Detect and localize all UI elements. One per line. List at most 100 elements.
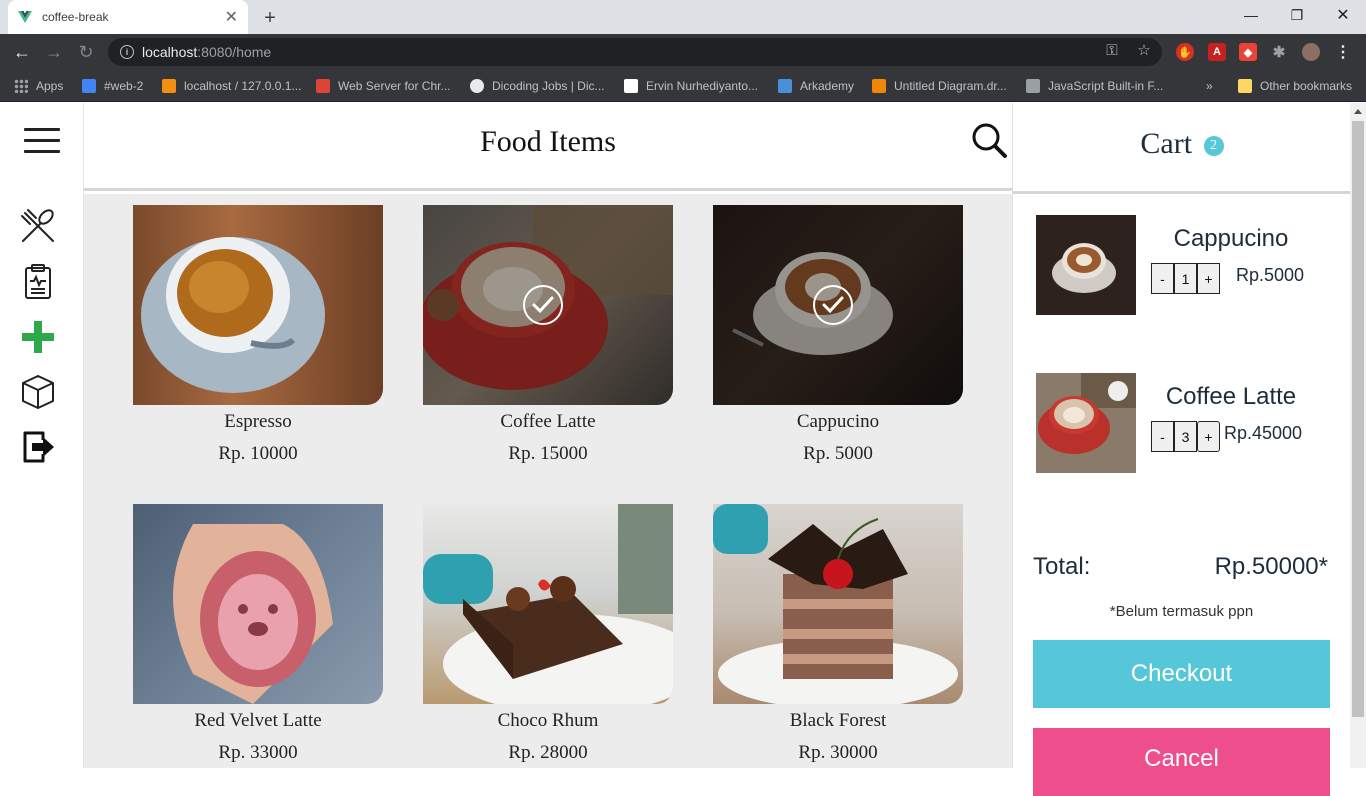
extensions-puzzle-icon[interactable]: ✱	[1270, 43, 1288, 61]
close-tab-icon[interactable]: ✕	[225, 7, 238, 27]
bookmark-favicon-icon	[316, 79, 330, 93]
url-path: :8080/home	[197, 44, 272, 60]
star-icon[interactable]: ☆	[1134, 40, 1154, 60]
food-card-coffee-latte[interactable]: Coffee Latte Rp. 15000	[423, 205, 673, 465]
back-button[interactable]: ←	[10, 40, 34, 64]
browser-tab[interactable]: coffee-break ✕	[8, 0, 248, 34]
bookmark-other[interactable]: Other bookmarks	[1238, 77, 1352, 95]
menu-kebab-icon[interactable]: ⋮	[1334, 43, 1352, 61]
selected-check-icon	[813, 285, 853, 325]
extension-stop-icon[interactable]: ✋	[1176, 43, 1194, 61]
close-window-button[interactable]: ✕	[1320, 0, 1366, 30]
bookmark-apps[interactable]: Apps	[14, 77, 63, 95]
item-price: Rp. 28000	[508, 742, 588, 763]
quantity-value[interactable]: 3	[1174, 421, 1197, 452]
food-image[interactable]	[423, 205, 673, 405]
add-icon[interactable]	[19, 318, 57, 356]
forward-button[interactable]: →	[42, 40, 66, 64]
food-image[interactable]	[133, 205, 383, 405]
fork-spoon-icon[interactable]	[19, 207, 57, 245]
item-name: Coffee Latte	[500, 411, 596, 432]
increase-button[interactable]: +	[1197, 263, 1220, 294]
sidebar	[0, 103, 84, 768]
food-card-black-forest[interactable]: Black Forest Rp. 30000	[713, 504, 963, 764]
bookmark-dicoding[interactable]: Dicoding Jobs | Dic...	[470, 77, 605, 95]
clipboard-icon[interactable]	[19, 263, 57, 301]
browser-tabbar: coffee-break ✕ + — ❐ ✕	[0, 0, 1366, 34]
item-name: Black Forest	[789, 710, 887, 731]
bookmark-label: Ervin Nurhediyanto...	[646, 79, 759, 93]
bookmark-label: Untitled Diagram.dr...	[894, 79, 1007, 93]
food-card-red-velvet-latte[interactable]: Red Velvet Latte Rp. 33000	[133, 504, 383, 764]
logout-icon[interactable]	[19, 428, 57, 466]
quantity-value[interactable]: 1	[1174, 263, 1197, 294]
bookmark-favicon-icon	[872, 79, 886, 93]
quantity-stepper: - 1 +	[1151, 263, 1220, 294]
scroll-up-arrow-icon[interactable]	[1354, 109, 1362, 114]
minimize-button[interactable]: —	[1228, 0, 1274, 30]
reload-button[interactable]: ↻	[74, 40, 98, 64]
cart-header: Cart 2	[1013, 103, 1351, 194]
bookmark-ervin[interactable]: Ervin Nurhediyanto...	[624, 77, 758, 95]
food-card-espresso[interactable]: Espresso Rp. 10000	[133, 205, 383, 465]
new-tab-button[interactable]: +	[258, 6, 282, 30]
bookmark-label: Dicoding Jobs | Dic...	[492, 79, 605, 93]
food-image[interactable]	[713, 504, 963, 704]
tax-note: *Belum termasuk ppn	[1109, 603, 1254, 620]
page-scrollbar[interactable]	[1350, 103, 1366, 768]
item-price: Rp. 10000	[218, 443, 298, 464]
bookmarks-overflow-icon[interactable]: »	[1206, 77, 1213, 95]
bookmark-webserver[interactable]: Web Server for Chr...	[316, 77, 450, 95]
checkout-button[interactable]: Checkout	[1033, 640, 1330, 708]
total-value: Rp.50000*	[1214, 553, 1328, 580]
page-title: Food Items	[480, 125, 616, 158]
bookmark-arkademy[interactable]: Arkademy	[778, 77, 854, 95]
cart-title: Cart 2	[1013, 127, 1351, 161]
cart-item-name: Cappucino	[1173, 225, 1289, 252]
quantity-stepper: - 3 +	[1151, 421, 1220, 452]
restore-button[interactable]: ❐	[1274, 0, 1320, 30]
food-card-cappucino[interactable]: Cappucino Rp. 5000	[713, 205, 963, 465]
item-price: Rp. 33000	[218, 742, 298, 763]
extension-pdf-icon[interactable]: A	[1208, 43, 1226, 61]
hamburger-menu-icon[interactable]	[24, 128, 60, 156]
scrollbar-thumb[interactable]	[1352, 121, 1364, 717]
bookmark-label: Arkademy	[800, 79, 855, 93]
cart-panel: Cart 2 Cappucino - 1 + Rp.5000 Coffee La…	[1012, 103, 1351, 796]
red-velvet-latte-photo	[173, 524, 333, 704]
bookmark-diagram[interactable]: Untitled Diagram.dr...	[872, 77, 1007, 95]
food-image[interactable]	[713, 205, 963, 405]
bookmark-favicon-icon	[778, 79, 792, 93]
info-icon[interactable]: i	[120, 45, 134, 59]
folder-icon	[1238, 79, 1252, 93]
key-icon[interactable]: ⚿	[1102, 40, 1122, 60]
item-price: Rp. 5000	[803, 443, 873, 464]
cart-item: Coffee Latte - 3 + Rp.45000	[1036, 373, 1336, 473]
bookmarks-bar: Apps #web-2 localhost / 127.0.0.1... Web…	[0, 70, 1366, 102]
bookmark-label: localhost / 127.0.0.1...	[184, 79, 302, 93]
bookmark-web2[interactable]: #web-2	[82, 77, 143, 95]
bookmark-label: Other bookmarks	[1260, 79, 1353, 93]
cart-item-name: Coffee Latte	[1165, 383, 1297, 410]
increase-button[interactable]: +	[1197, 421, 1220, 452]
bookmark-label: Apps	[36, 79, 64, 93]
decrease-button[interactable]: -	[1151, 263, 1174, 294]
espresso-photo	[141, 237, 325, 393]
bookmark-javascript[interactable]: JavaScript Built-in F...	[1026, 77, 1163, 95]
search-icon[interactable]	[970, 121, 1008, 159]
address-bar[interactable]: i localhost:8080/home	[108, 38, 1162, 66]
bookmark-label: #web-2	[104, 79, 144, 93]
box-icon[interactable]	[19, 373, 57, 411]
food-image[interactable]	[133, 504, 383, 704]
bookmark-localhost[interactable]: localhost / 127.0.0.1...	[162, 77, 301, 95]
bookmark-favicon-icon	[1026, 79, 1040, 93]
food-card-choco-rhum[interactable]: Choco Rhum Rp. 28000	[423, 504, 673, 764]
extension-gift-icon[interactable]: ◆	[1239, 43, 1257, 61]
decrease-button[interactable]: -	[1151, 421, 1174, 452]
profile-avatar-icon[interactable]	[1302, 43, 1320, 61]
bookmark-label: JavaScript Built-in F...	[1048, 79, 1164, 93]
total-label: Total:	[1033, 553, 1091, 580]
item-name: Choco Rhum	[497, 710, 599, 731]
food-image[interactable]	[423, 504, 673, 704]
cancel-button[interactable]: Cancel	[1033, 728, 1330, 796]
